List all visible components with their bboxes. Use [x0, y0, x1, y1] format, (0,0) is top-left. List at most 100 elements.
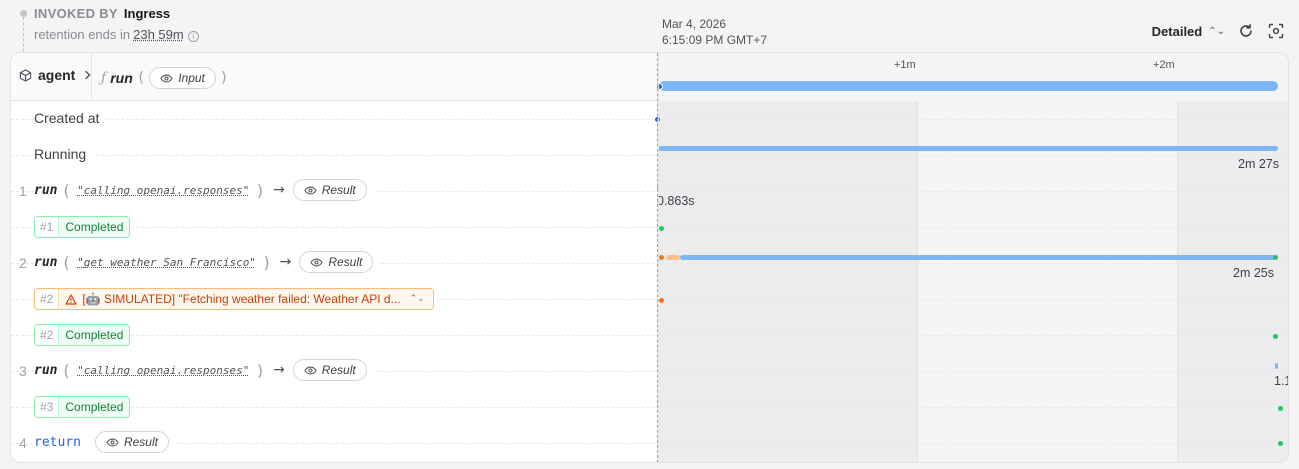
- invocation-header: agent ƒ run ( Input ) +1m +2m: [11, 53, 1288, 101]
- step-number: 2: [19, 255, 27, 271]
- status-badge[interactable]: #2 Completed: [34, 324, 131, 346]
- step-call: run ( "calling openai.responses" ) → Res…: [34, 359, 375, 381]
- step-duration-bar[interactable]: [680, 255, 1276, 260]
- retry-delay-bar[interactable]: [666, 255, 680, 260]
- view-mode-label: Detailed: [1151, 23, 1203, 39]
- result-label: Result: [328, 255, 363, 269]
- eye-icon: [310, 258, 323, 266]
- result-button[interactable]: Result: [292, 359, 367, 381]
- status-badge[interactable]: #3 Completed: [34, 396, 131, 418]
- eye-icon: [160, 74, 173, 82]
- input-label: Input: [178, 71, 205, 85]
- start-time: 6:15:09 PM GMT+7: [662, 33, 768, 47]
- step-duration-bar[interactable]: [1275, 363, 1278, 369]
- view-mode-select[interactable]: Detailed ⌃⌄: [1152, 24, 1225, 39]
- result-label: Result: [321, 183, 356, 197]
- step-call: return Result: [34, 431, 177, 453]
- service-name: agent: [38, 67, 76, 83]
- result-label: Result: [321, 363, 356, 377]
- step-argument[interactable]: "get weather San Francisco": [77, 256, 256, 269]
- open-paren: (: [61, 180, 72, 200]
- step-row: 1 run ( "calling openai.responses" ) → R…: [11, 173, 1288, 209]
- arrow-right-icon: →: [279, 254, 292, 270]
- completed-marker: [1278, 441, 1283, 446]
- step-keyword: return: [34, 434, 81, 450]
- error-badge[interactable]: #2 [🤖 SIMULATED] "Fetching weather faile…: [34, 288, 434, 310]
- row-guide: [11, 155, 1288, 156]
- invocation-bar[interactable]: [659, 81, 1278, 91]
- info-icon[interactable]: i: [187, 31, 199, 42]
- result-button[interactable]: Result: [94, 431, 169, 453]
- running-duration: 2m 27s: [1238, 157, 1279, 171]
- timeline-header: [659, 53, 1288, 101]
- error-text: [🤖 SIMULATED] "Fetching weather failed: …: [82, 292, 401, 306]
- result-label: Result: [123, 435, 158, 449]
- warning-icon: [65, 293, 77, 305]
- invoked-by-label: INVOKED BY: [34, 6, 118, 21]
- error-marker: [659, 298, 664, 303]
- row-guide: [11, 227, 1288, 228]
- meta-dot: [20, 10, 27, 17]
- step-number: 3: [19, 363, 27, 379]
- step-call: run ( "get weather San Francisco" ) → Re…: [34, 251, 382, 273]
- cube-icon: [19, 68, 32, 82]
- toolbar: Detailed ⌃⌄: [1152, 22, 1285, 40]
- step-keyword: run: [34, 362, 58, 378]
- step-keyword: run: [34, 254, 58, 270]
- completed-marker: [1278, 406, 1283, 411]
- chevron-updown-icon: ⌃⌄: [409, 294, 425, 304]
- step-end-marker: [1273, 255, 1278, 260]
- tick-label-1m: +1m: [894, 59, 916, 71]
- attempt-number: #3: [35, 397, 60, 417]
- open-paren: (: [61, 252, 72, 272]
- row-guide: [11, 335, 1288, 336]
- running-bar[interactable]: [658, 146, 1278, 151]
- retention-value[interactable]: 23h 59m: [133, 27, 184, 42]
- handler-name: run: [110, 70, 133, 86]
- eye-icon: [106, 438, 119, 446]
- close-paren: ): [261, 252, 272, 272]
- chevron-updown-icon: ⌃⌄: [1208, 25, 1225, 37]
- attempt-row: #2 Completed: [11, 317, 1288, 353]
- step-duration: 1.1: [1274, 374, 1288, 388]
- step-row: 2 run ( "get weather San Francisco" ) → …: [11, 245, 1288, 281]
- trace-panel: agent ƒ run ( Input ) +1m +2m Created at…: [10, 52, 1289, 463]
- retention: retention ends in 23h 59m i: [34, 27, 199, 42]
- invoked-by-value: Ingress: [123, 6, 171, 21]
- open-paren: (: [61, 360, 72, 380]
- arrow-right-icon: →: [272, 182, 285, 198]
- retention-label: retention ends in: [34, 27, 131, 42]
- row-guide: [11, 443, 1288, 444]
- refresh-icon[interactable]: [1237, 22, 1255, 40]
- step-duration: 0.863s: [657, 194, 695, 208]
- meta-connector: [23, 17, 24, 57]
- service-breadcrumb[interactable]: agent: [19, 67, 93, 83]
- step-argument[interactable]: "calling openai.responses": [77, 364, 249, 377]
- eye-icon: [304, 366, 317, 374]
- result-button[interactable]: Result: [299, 251, 374, 273]
- attempt-row: #3 Completed: [11, 389, 1288, 425]
- start-time-line: [657, 53, 658, 462]
- attempt-number: #1: [35, 217, 60, 237]
- status-text: Completed: [59, 325, 130, 345]
- tick-label-2m: +2m: [1153, 59, 1175, 71]
- error-message: [🤖 SIMULATED] "Fetching weather failed: …: [59, 289, 433, 309]
- arrow-right-icon: →: [272, 362, 285, 378]
- input-button[interactable]: Input: [149, 67, 216, 89]
- step-argument[interactable]: "calling openai.responses": [77, 184, 249, 197]
- close-paren: ): [255, 360, 265, 380]
- step-call: run ( "calling openai.responses" ) → Res…: [34, 179, 375, 201]
- status-badge[interactable]: #1 Completed: [34, 216, 131, 238]
- panel-divider: [658, 53, 659, 462]
- start-date: Mar 4, 2026: [662, 17, 727, 31]
- close-paren: ): [219, 70, 229, 86]
- focus-icon[interactable]: [1267, 22, 1285, 40]
- step-duration: 2m 25s: [1233, 266, 1274, 280]
- function-icon: ƒ: [101, 70, 107, 86]
- created-at-label: Created at: [34, 110, 108, 126]
- result-button[interactable]: Result: [292, 179, 367, 201]
- close-paren: ): [255, 180, 265, 200]
- attempt-row: #1 Completed: [11, 209, 1288, 245]
- attempt-row: #2 [🤖 SIMULATED] "Fetching weather faile…: [11, 281, 1288, 317]
- start-timestamp: Mar 4, 2026 6:15:09 PM GMT+7: [662, 16, 767, 48]
